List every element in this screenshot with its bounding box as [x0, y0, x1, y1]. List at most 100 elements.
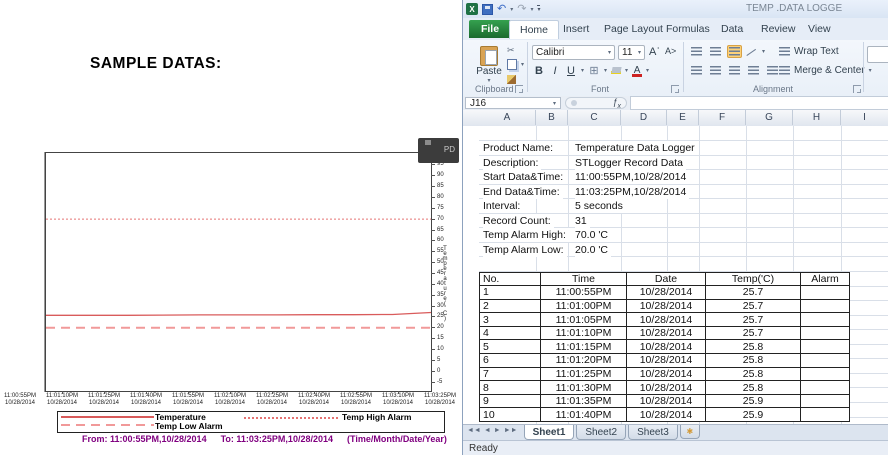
fill-color-button[interactable]: [611, 67, 621, 74]
logger-cell[interactable]: 10/28/2014: [627, 408, 706, 422]
borders-button[interactable]: ⊞: [588, 64, 600, 77]
logger-cell[interactable]: 10/28/2014: [627, 326, 706, 340]
bold-button[interactable]: B: [533, 65, 545, 77]
info-value-cell[interactable]: STLogger Record Data: [575, 156, 686, 170]
logger-cell[interactable]: 10/28/2014: [627, 394, 706, 408]
info-label-cell[interactable]: Temp Alarm High:: [483, 228, 569, 242]
logger-cell[interactable]: [801, 367, 850, 381]
tab-home[interactable]: Home: [509, 20, 559, 39]
fill-dropdown-icon[interactable]: ▾: [625, 67, 628, 74]
name-box[interactable]: J16▾: [465, 97, 561, 109]
wrap-text-button[interactable]: Wrap Text: [779, 46, 839, 57]
font-dialog-launcher-icon[interactable]: [671, 85, 679, 93]
undo-dropdown-icon[interactable]: ▾: [510, 6, 513, 13]
info-value-cell[interactable]: 70.0 'C: [575, 228, 611, 242]
column-header-F[interactable]: F: [699, 110, 746, 125]
logger-cell[interactable]: 10/28/2014: [627, 381, 706, 395]
undo-icon[interactable]: ↶: [497, 4, 506, 15]
logger-cell[interactable]: 2: [480, 299, 541, 313]
logger-cell[interactable]: 11:01:00PM: [541, 299, 627, 313]
info-value-cell[interactable]: 31: [575, 214, 590, 228]
column-header-G[interactable]: G: [746, 110, 793, 125]
align-middle-button[interactable]: [708, 45, 723, 58]
format-painter-button[interactable]: [507, 75, 516, 84]
redo-dropdown-icon[interactable]: ▾: [530, 6, 533, 13]
tab-file[interactable]: File: [469, 20, 511, 38]
logger-header-cell[interactable]: Alarm: [801, 272, 850, 286]
decrease-indent-button[interactable]: [746, 64, 761, 77]
logger-cell[interactable]: 25.7: [706, 326, 801, 340]
logger-cell[interactable]: 4: [480, 326, 541, 340]
clipboard-dialog-launcher-icon[interactable]: [515, 85, 523, 93]
logger-cell[interactable]: 25.7: [706, 313, 801, 327]
logger-cell[interactable]: 8: [480, 381, 541, 395]
logger-cell[interactable]: [801, 354, 850, 368]
logger-cell[interactable]: 25.7: [706, 286, 801, 300]
font-name-combo[interactable]: Calibri▾: [532, 45, 615, 60]
align-top-button[interactable]: [689, 45, 704, 58]
info-value-cell[interactable]: 20.0 'C: [575, 243, 611, 257]
column-header-B[interactable]: B: [536, 110, 568, 125]
tab-data[interactable]: Data: [711, 20, 753, 38]
formula-input[interactable]: [630, 96, 888, 110]
logger-cell[interactable]: 11:01:10PM: [541, 326, 627, 340]
logger-cell[interactable]: 10/28/2014: [627, 340, 706, 354]
logger-cell[interactable]: 9: [480, 394, 541, 408]
logger-cell[interactable]: 25.8: [706, 340, 801, 354]
logger-header-cell[interactable]: Date: [627, 272, 706, 286]
font-color-dropdown-icon[interactable]: ▾: [646, 67, 649, 74]
info-label-cell[interactable]: Description:: [483, 156, 541, 170]
align-bottom-button[interactable]: [727, 45, 742, 58]
info-label-cell[interactable]: Interval:: [483, 199, 523, 213]
font-size-combo[interactable]: 11▾: [618, 45, 645, 60]
logger-cell[interactable]: [801, 394, 850, 408]
font-color-button[interactable]: A: [632, 65, 642, 77]
logger-header-cell[interactable]: Time: [541, 272, 627, 286]
logger-cell[interactable]: 25.8: [706, 354, 801, 368]
logger-cell[interactable]: 11:00:55PM: [541, 286, 627, 300]
sheet-tab-sheet3[interactable]: Sheet3: [628, 425, 678, 440]
insert-function-area[interactable]: ƒx: [565, 97, 627, 109]
align-left-button[interactable]: [689, 64, 704, 77]
italic-button[interactable]: I: [549, 65, 561, 77]
orientation-icon[interactable]: [746, 47, 758, 57]
logger-cell[interactable]: 5: [480, 340, 541, 354]
column-header-A[interactable]: A: [479, 110, 536, 125]
logger-cell[interactable]: [801, 326, 850, 340]
logger-cell[interactable]: 11:01:20PM: [541, 354, 627, 368]
logger-cell[interactable]: 6: [480, 354, 541, 368]
borders-dropdown-icon[interactable]: ▾: [604, 67, 607, 74]
merge-center-dropdown-icon[interactable]: ▾: [869, 67, 872, 74]
last-sheet-icon[interactable]: ►►: [504, 427, 518, 434]
logger-cell[interactable]: 25.9: [706, 408, 801, 422]
logger-cell[interactable]: 10: [480, 408, 541, 422]
info-label-cell[interactable]: Record Count:: [483, 214, 554, 228]
increase-indent-button[interactable]: [765, 64, 780, 77]
orientation-dropdown-icon[interactable]: ▾: [762, 48, 765, 55]
next-sheet-icon[interactable]: ►: [494, 427, 501, 434]
logger-cell[interactable]: [801, 286, 850, 300]
column-header-H[interactable]: H: [793, 110, 841, 125]
align-center-button[interactable]: [708, 64, 723, 77]
logger-cell[interactable]: 11:01:25PM: [541, 367, 627, 381]
logger-header-cell[interactable]: Temp('C): [706, 272, 801, 286]
logger-cell[interactable]: 25.8: [706, 381, 801, 395]
tab-view[interactable]: View: [798, 20, 841, 38]
logger-cell[interactable]: 10/28/2014: [627, 313, 706, 327]
logger-cell[interactable]: 10/28/2014: [627, 354, 706, 368]
logger-cell[interactable]: [801, 299, 850, 313]
logger-cell[interactable]: [801, 408, 850, 422]
alignment-dialog-launcher-icon[interactable]: [853, 85, 861, 93]
logger-cell[interactable]: 25.7: [706, 299, 801, 313]
logger-cell[interactable]: 25.8: [706, 367, 801, 381]
copy-button[interactable]: ▾: [507, 59, 524, 70]
excel-logo-icon[interactable]: X: [466, 3, 478, 15]
grow-font-button[interactable]: Aʾ: [649, 46, 660, 58]
logger-cell[interactable]: 11:01:15PM: [541, 340, 627, 354]
info-value-cell[interactable]: 5 seconds: [575, 199, 626, 213]
logger-cell[interactable]: 11:01:35PM: [541, 394, 627, 408]
info-value-cell[interactable]: 11:03:25PM,10/28/2014: [575, 185, 689, 199]
logger-cell[interactable]: 7: [480, 367, 541, 381]
shrink-font-button[interactable]: A˃: [665, 46, 676, 56]
info-label-cell[interactable]: End Data&Time:: [483, 185, 563, 199]
